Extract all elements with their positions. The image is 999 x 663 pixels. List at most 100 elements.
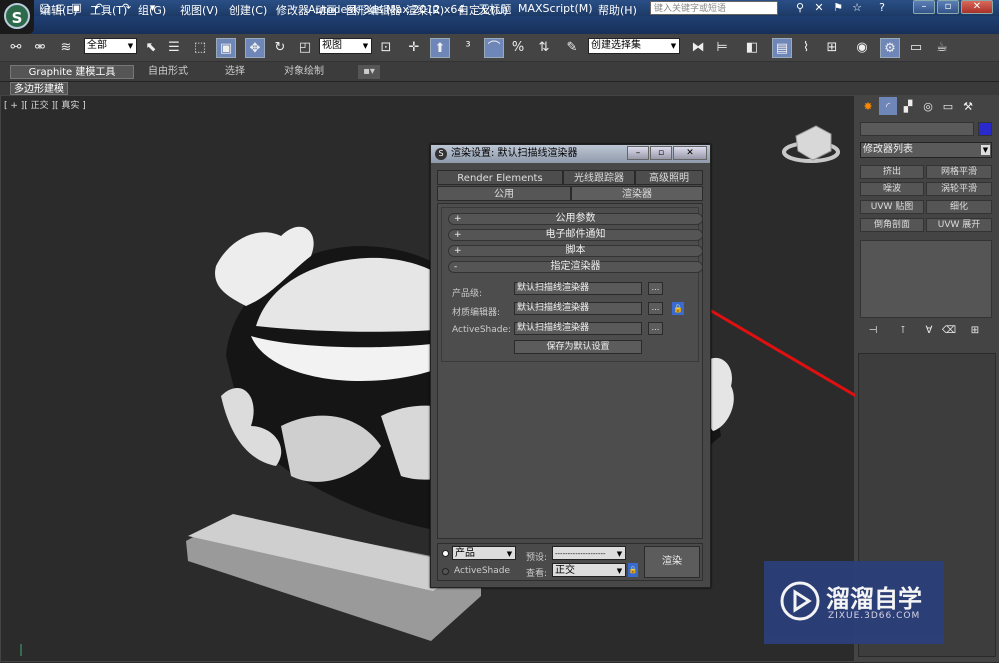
layer-manager-icon[interactable]: ◧ <box>742 38 762 58</box>
reference-coord-dropdown[interactable]: 视图 ▼ <box>319 38 372 54</box>
angle-snap-icon[interactable]: ⌒ <box>484 38 504 58</box>
restore-button[interactable]: ▫ <box>937 0 959 14</box>
rollout-email-notifications[interactable]: + 电子邮件通知 <box>448 229 703 241</box>
configure-sets-icon[interactable]: ⊞ <box>965 321 985 341</box>
modifier-meshsmooth-button[interactable]: 网格平滑 <box>926 165 992 179</box>
curve-editor-icon[interactable]: ⌇ <box>796 38 816 58</box>
modifier-list-dropdown[interactable]: 修改器列表 ▼ <box>860 142 992 158</box>
percent-snap-icon[interactable]: % <box>508 38 528 58</box>
menu-group[interactable]: 组(G) <box>138 2 166 18</box>
activeshade-browse-button[interactable]: ... <box>648 322 663 335</box>
minimize-button[interactable]: – <box>913 0 935 14</box>
display-tab-icon[interactable]: ▭ <box>939 97 957 115</box>
snap-3d-icon[interactable]: ³ <box>458 38 478 58</box>
activeshade-radio[interactable] <box>442 568 449 575</box>
modifier-extrude-button[interactable]: 挤出 <box>860 165 924 179</box>
menu-graph-editors[interactable]: 图形编辑器 <box>346 2 401 18</box>
create-tab-icon[interactable]: ✸ <box>859 97 877 115</box>
tab-raytracer[interactable]: 光线跟踪器 <box>563 170 635 185</box>
menu-maxscript[interactable]: MAXScript(M) <box>518 2 593 15</box>
modify-tab-icon[interactable]: ◜ <box>879 97 897 115</box>
modifier-stack[interactable] <box>860 240 992 318</box>
menu-views[interactable]: 视图(V) <box>180 2 218 18</box>
dialog-maximize-button[interactable]: ▫ <box>650 146 672 160</box>
tab-selection[interactable]: 选择 <box>210 65 260 79</box>
material-editor-browse-button[interactable]: ... <box>648 302 663 315</box>
material-editor-icon[interactable]: ◉ <box>852 38 872 58</box>
preset-dropdown[interactable]: -------------------- ▼ <box>552 546 626 560</box>
save-as-default-button[interactable]: 保存为默认设置 <box>514 340 642 354</box>
binoculars-icon[interactable]: ⚲ <box>793 1 807 15</box>
tab-graphite[interactable]: Graphite 建模工具 <box>10 65 134 79</box>
object-color-swatch[interactable] <box>978 122 992 136</box>
viewport[interactable] <box>0 95 856 662</box>
app-logo[interactable]: S <box>0 0 34 34</box>
modifier-bevel-profile-button[interactable]: 倒角剖面 <box>860 218 924 232</box>
tab-polygon-modeling[interactable]: 多边形建模 <box>10 82 68 95</box>
render-button[interactable]: 渲染 <box>644 546 700 578</box>
ribbon-options-icon[interactable]: ▪▾ <box>358 65 380 79</box>
tab-render-elements[interactable]: Render Elements <box>437 170 563 185</box>
rotate-icon[interactable]: ↻ <box>270 38 290 58</box>
product-radio[interactable] <box>442 550 449 557</box>
unlink-icon[interactable]: ⚮ <box>30 38 50 58</box>
select-object-icon[interactable]: ⬉ <box>141 38 161 58</box>
lock-icon[interactable]: 🔒 <box>672 302 684 315</box>
search-input[interactable]: 键入关键字或短语 <box>650 1 778 15</box>
hierarchy-tab-icon[interactable]: ▞ <box>899 97 917 115</box>
viewport-label[interactable]: [ + ][ 正交 ][ 真实 ] <box>4 98 86 111</box>
modifier-noise-button[interactable]: 噪波 <box>860 182 924 196</box>
modifier-unwrap-uvw-button[interactable]: UVW 展开 <box>926 218 992 232</box>
align-icon[interactable]: ⊨ <box>712 38 732 58</box>
dialog-minimize-button[interactable]: – <box>627 146 649 160</box>
menu-create[interactable]: 创建(C) <box>229 2 267 18</box>
select-manipulate-icon[interactable]: ✛ <box>404 38 424 58</box>
pivot-center-icon[interactable]: ⊡ <box>376 38 396 58</box>
rollout-scripts[interactable]: + 脚本 <box>448 245 703 257</box>
render-teapot-icon[interactable]: ☕ <box>932 38 952 58</box>
dialog-title-bar[interactable]: S 渲染设置: 默认扫描线渲染器 – ▫ ✕ <box>431 145 710 163</box>
menu-help[interactable]: 帮助(H) <box>598 2 637 18</box>
help-icon[interactable]: ? <box>875 1 889 15</box>
named-selection-dropdown[interactable]: 创建选择集 ▼ <box>588 38 680 54</box>
edit-named-selection-icon[interactable]: ✎ <box>562 38 582 58</box>
mirror-icon[interactable]: ⧓ <box>688 38 708 58</box>
select-by-name-icon[interactable]: ☰ <box>164 38 184 58</box>
bind-space-warp-icon[interactable]: ≋ <box>56 38 76 58</box>
make-unique-icon[interactable]: ∀ <box>919 321 939 341</box>
show-end-result-icon[interactable]: ⊺ <box>893 321 913 341</box>
close-button[interactable]: ✕ <box>961 0 993 14</box>
tab-renderer[interactable]: 渲染器 <box>571 186 703 201</box>
pin-stack-icon[interactable]: ⊣ <box>863 321 883 341</box>
move-icon[interactable]: ✥ <box>245 38 265 58</box>
menu-customize[interactable]: 自定义(U) <box>458 2 508 18</box>
tab-common[interactable]: 公用 <box>437 186 571 201</box>
production-browse-button[interactable]: ... <box>648 282 663 295</box>
tab-freeform[interactable]: 自由形式 <box>138 65 198 79</box>
modifier-tessellate-button[interactable]: 细化 <box>926 200 992 214</box>
menu-tools[interactable]: 工具(T) <box>90 2 127 18</box>
menu-modifiers[interactable]: 修改器 <box>276 2 309 18</box>
rendered-frame-icon[interactable]: ▭ <box>906 38 926 58</box>
tab-advanced-lighting[interactable]: 高级照明 <box>635 170 703 185</box>
rollout-assign-renderer[interactable]: - 指定渲染器 <box>448 261 703 273</box>
selection-filter-dropdown[interactable]: 全部 ▼ <box>84 38 137 54</box>
utilities-tab-icon[interactable]: ⚒ <box>959 97 977 115</box>
lock-view-icon[interactable]: 🔒 <box>628 563 638 577</box>
graphite-toggle-icon[interactable]: ▤ <box>772 38 792 58</box>
spinner-snap-icon[interactable]: ⇅ <box>534 38 554 58</box>
schematic-view-icon[interactable]: ⊞ <box>822 38 842 58</box>
keyboard-shortcut-icon[interactable]: ⬆ <box>430 38 450 58</box>
scale-icon[interactable]: ◰ <box>295 38 315 58</box>
tab-object-paint[interactable]: 对象绘制 <box>272 65 336 79</box>
menu-rendering[interactable]: 渲染(R) <box>406 2 444 18</box>
menu-animation[interactable]: 动画 <box>315 2 337 18</box>
dialog-close-button[interactable]: ✕ <box>673 146 707 160</box>
view-dropdown[interactable]: 正交 ▼ <box>552 563 626 577</box>
tools-icon[interactable]: ✕ <box>812 1 826 15</box>
remove-modifier-icon[interactable]: ⌫ <box>939 321 959 341</box>
menu-edit[interactable]: 编辑(E) <box>40 2 78 18</box>
communication-icon[interactable]: ⚑ <box>831 1 845 15</box>
modifier-uvw-map-button[interactable]: UVW 贴图 <box>860 200 924 214</box>
select-link-icon[interactable]: ⚯ <box>6 38 26 58</box>
